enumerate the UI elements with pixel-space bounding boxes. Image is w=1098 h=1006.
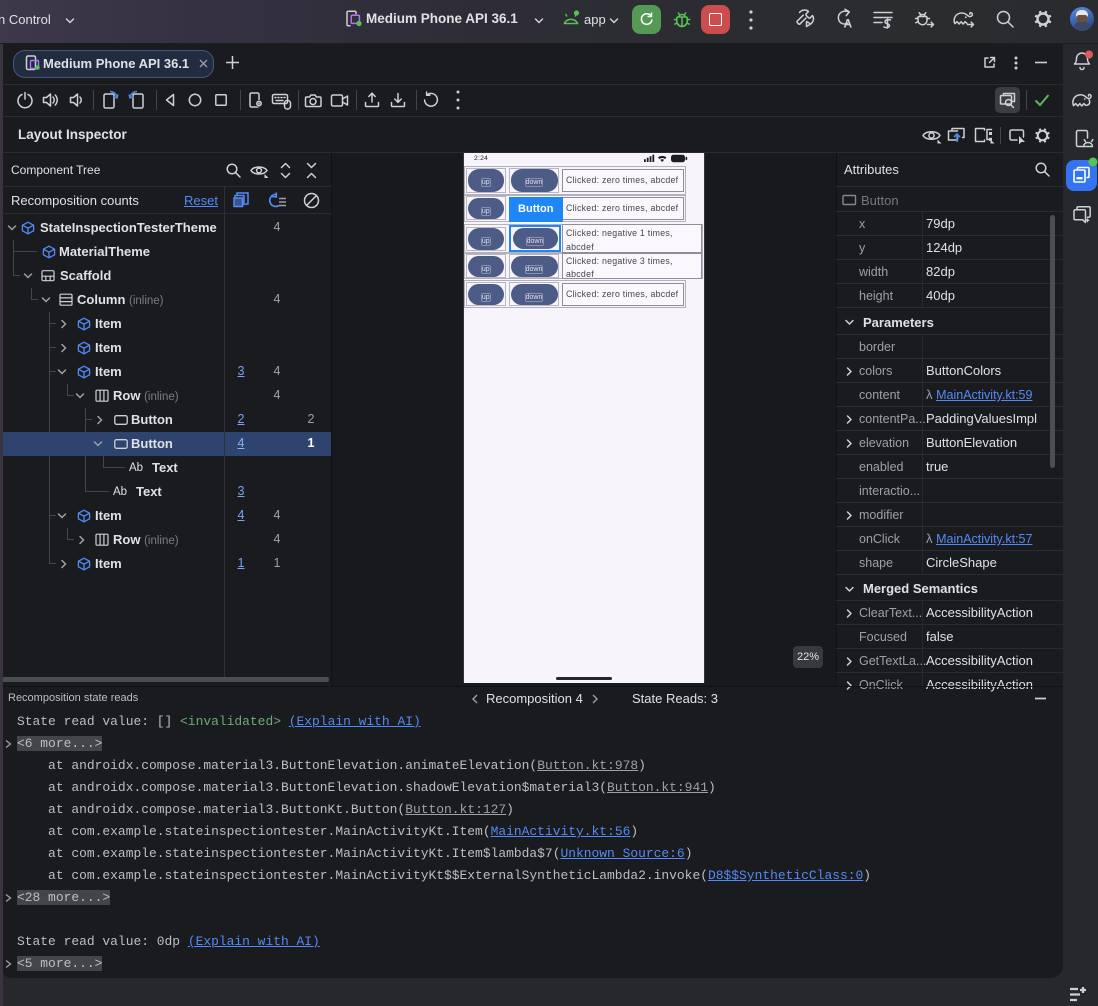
svg-text:A: A — [844, 17, 853, 31]
